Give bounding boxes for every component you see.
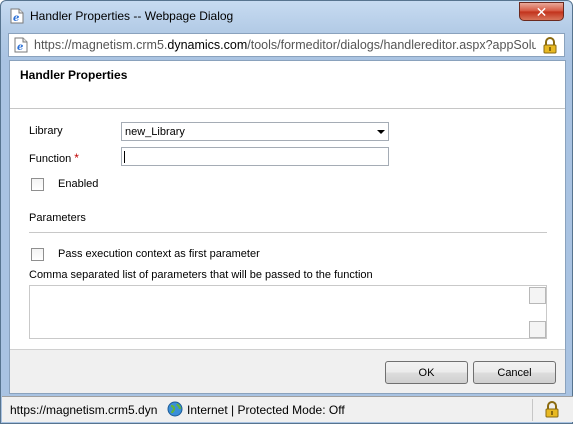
parameters-heading: Parameters [29, 212, 86, 224]
close-icon: ✕ [535, 3, 548, 20]
ok-button[interactable]: OK [385, 361, 468, 384]
dialog-window: e Handler Properties -- Webpage Dialog ✕… [0, 0, 573, 424]
cancel-button[interactable]: Cancel [473, 361, 556, 384]
title-bar: e Handler Properties -- Webpage Dialog ✕ [1, 1, 572, 31]
scrollbar-down-button[interactable] [529, 321, 546, 338]
dialog-header: Handler Properties [10, 61, 565, 109]
svg-text:e: e [13, 13, 19, 24]
pass-context-label: Pass execution context as first paramete… [58, 248, 260, 260]
globe-icon [167, 401, 183, 417]
address-url: https://magnetism.crm5.dynamics.com/tool… [34, 38, 536, 54]
padlock-icon[interactable] [542, 37, 558, 54]
enabled-checkbox[interactable] [31, 178, 44, 191]
params-textarea[interactable] [29, 285, 547, 339]
function-label: Function * [29, 151, 79, 165]
pass-context-checkbox[interactable] [31, 248, 44, 261]
function-label-text: Function [29, 153, 72, 165]
window-title: Handler Properties -- Webpage Dialog [30, 9, 234, 23]
parameters-divider [29, 232, 547, 233]
close-button[interactable]: ✕ [519, 2, 564, 21]
url-prefix: https://magnetism.crm5. [34, 38, 168, 52]
url-path: /tools/formeditor/dialogs/handlereditor.… [247, 38, 536, 52]
scrollbar-up-button[interactable] [529, 287, 546, 304]
status-bar: https://magnetism.crm5.dyn Internet | Pr… [2, 396, 573, 422]
url-domain: dynamics.com [167, 38, 248, 52]
svg-text:e: e [17, 42, 23, 53]
params-list-label: Comma separated list of parameters that … [29, 269, 373, 281]
library-selected-value: new_Library [125, 126, 185, 138]
status-separator [532, 399, 533, 421]
chevron-down-icon [377, 130, 385, 134]
dialog-footer: OK Cancel [10, 349, 565, 393]
library-select[interactable]: new_Library [121, 122, 389, 141]
security-zone: Internet | Protected Mode: Off [187, 403, 345, 417]
dialog-title: Handler Properties [20, 68, 128, 82]
text-caret [124, 151, 125, 163]
enabled-label: Enabled [58, 178, 99, 190]
status-url: https://magnetism.crm5.dyn [10, 403, 158, 417]
ie-page-icon: e [14, 37, 28, 53]
dialog-content: Handler Properties Library new_Library F… [9, 60, 566, 394]
ie-page-icon: e [10, 8, 24, 24]
required-marker: * [74, 151, 79, 165]
function-input[interactable] [121, 147, 389, 166]
address-bar: e https://magnetism.crm5.dynamics.com/to… [8, 33, 565, 57]
library-label: Library [29, 125, 63, 137]
padlock-icon[interactable] [544, 401, 560, 418]
